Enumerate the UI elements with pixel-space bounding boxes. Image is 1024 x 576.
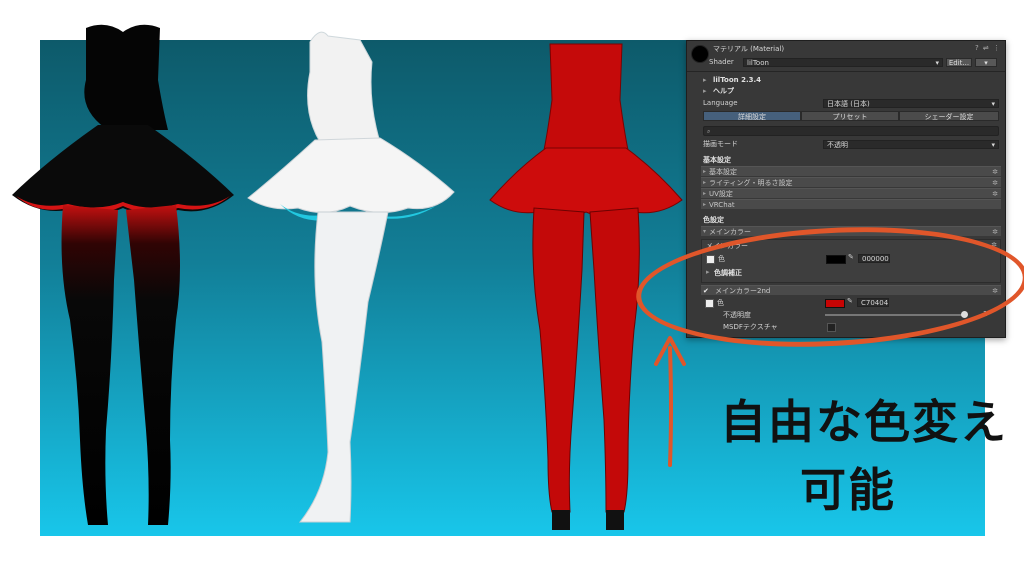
inspector-title: マテリアル (Material) — [713, 45, 785, 53]
gear-icon[interactable]: ✲ — [992, 189, 998, 199]
tab-shader-settings[interactable]: シェーダー設定 — [899, 111, 999, 121]
shader-dropdown[interactable]: lilToon ▾ — [743, 58, 943, 67]
expand-arrow-icon: ▸ — [703, 168, 707, 175]
help-foldout[interactable]: ヘルプ — [713, 86, 734, 97]
color-settings-header: 色設定 — [703, 216, 724, 224]
expand-arrow-icon: ▸ — [703, 201, 707, 208]
expand-arrow-icon: ▸ — [703, 76, 707, 84]
language-label: Language — [703, 99, 738, 107]
shader-label: Shader — [709, 58, 734, 66]
shader-options-button[interactable]: ▾ — [975, 58, 997, 67]
caption-line-2: 可能 — [800, 463, 896, 517]
section-uv[interactable]: ▸ UV設定 ✲ — [701, 188, 1001, 198]
expand-arrow-icon: ▾ — [703, 228, 707, 235]
expand-arrow-icon: ▸ — [703, 179, 707, 186]
divider — [687, 71, 1005, 72]
expand-arrow-icon: ▸ — [703, 87, 707, 95]
gear-icon[interactable]: ✲ — [992, 167, 998, 177]
white-dress-figure — [247, 31, 455, 523]
chevron-down-icon: ▾ — [991, 100, 995, 108]
chevron-down-icon: ▾ — [935, 59, 939, 67]
render-mode-dropdown[interactable]: 不透明 ▾ — [823, 140, 999, 149]
section-vrchat[interactable]: ▸ VRChat — [701, 199, 1001, 209]
chevron-down-icon: ▾ — [991, 141, 995, 149]
tab-detail-settings[interactable]: 詳細設定 — [703, 111, 801, 121]
caption-line-1: 自由な色変え — [720, 395, 1008, 449]
search-input[interactable]: ⌕ — [703, 126, 999, 136]
up-arrow-icon — [654, 336, 686, 467]
version-label[interactable]: lilToon 2.3.4 — [713, 75, 761, 86]
black-dress-figure — [12, 24, 234, 525]
section-lighting[interactable]: ▸ ライティング・明るさ設定 ✲ — [701, 177, 1001, 187]
gear-icon[interactable]: ✲ — [992, 178, 998, 188]
edit-shader-button[interactable]: Edit... — [946, 58, 972, 67]
basic-settings-header: 基本設定 — [703, 156, 731, 164]
inspector-header-icons[interactable]: ? ⇌ ⋮ — [975, 44, 1001, 52]
language-dropdown[interactable]: 日本語 (日本) ▾ — [823, 99, 999, 108]
tab-presets[interactable]: プリセット — [801, 111, 899, 121]
expand-arrow-icon: ▸ — [703, 190, 707, 197]
section-basic[interactable]: ▸ 基本設定 ✲ — [701, 166, 1001, 176]
render-mode-label: 描画モード — [703, 140, 738, 148]
search-icon: ⌕ — [707, 128, 711, 135]
gear-icon[interactable]: ✲ — [992, 227, 998, 237]
